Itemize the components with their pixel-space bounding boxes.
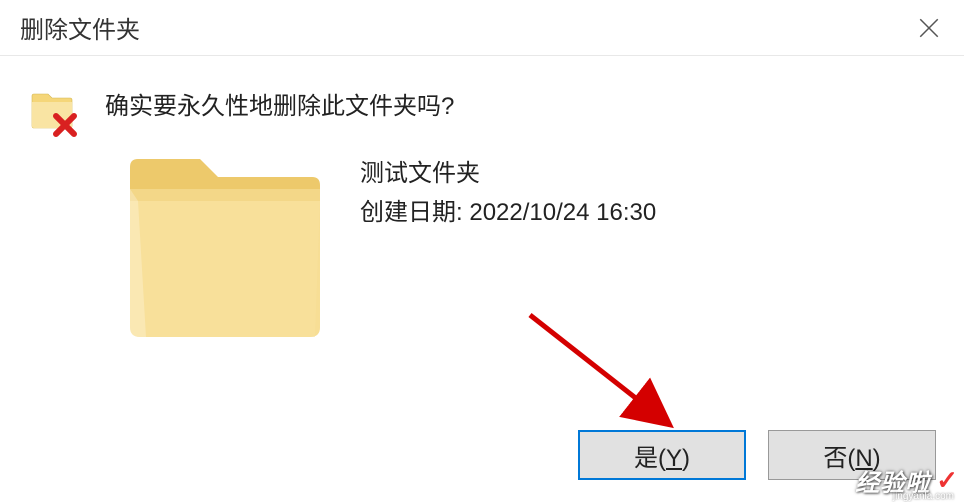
created-label: 创建日期: [360,199,463,226]
no-button[interactable]: 否(N) [768,430,936,480]
window-title: 删除文件夹 [20,10,140,45]
close-button[interactable] [894,0,964,56]
yes-button-underline-label: 是(Y) [634,438,690,473]
item-detail-row: 测试文件夹 创建日期: 2022/10/24 16:30 [120,149,934,349]
dialog-button-row: 是(Y) 否(N) [578,430,936,480]
item-created-date: 创建日期: 2022/10/24 16:30 [360,192,934,227]
no-button-underline-label: 否(N) [823,438,880,473]
watermark-url: jingyanla.com [893,491,954,502]
confirmation-question: 确实要永久性地删除此文件夹吗? [105,86,934,121]
created-value: 2022/10/24 16:30 [469,199,656,226]
yes-button[interactable]: 是(Y) [578,430,746,480]
folder-large-icon [120,149,330,349]
folder-delete-icon [30,90,80,135]
titlebar: 删除文件夹 [0,0,964,56]
dialog-content: 确实要永久性地删除此文件夹吗? 测试文件夹 创建日期: 2022/10/24 1… [0,56,964,369]
close-icon [919,18,939,38]
warning-icon-column [30,90,80,135]
item-detail-text: 测试文件夹 创建日期: 2022/10/24 16:30 [360,149,934,227]
message-column: 确实要永久性地删除此文件夹吗? 测试文件夹 创建日期: 2022/10/24 1… [105,86,934,349]
item-name: 测试文件夹 [360,153,934,188]
